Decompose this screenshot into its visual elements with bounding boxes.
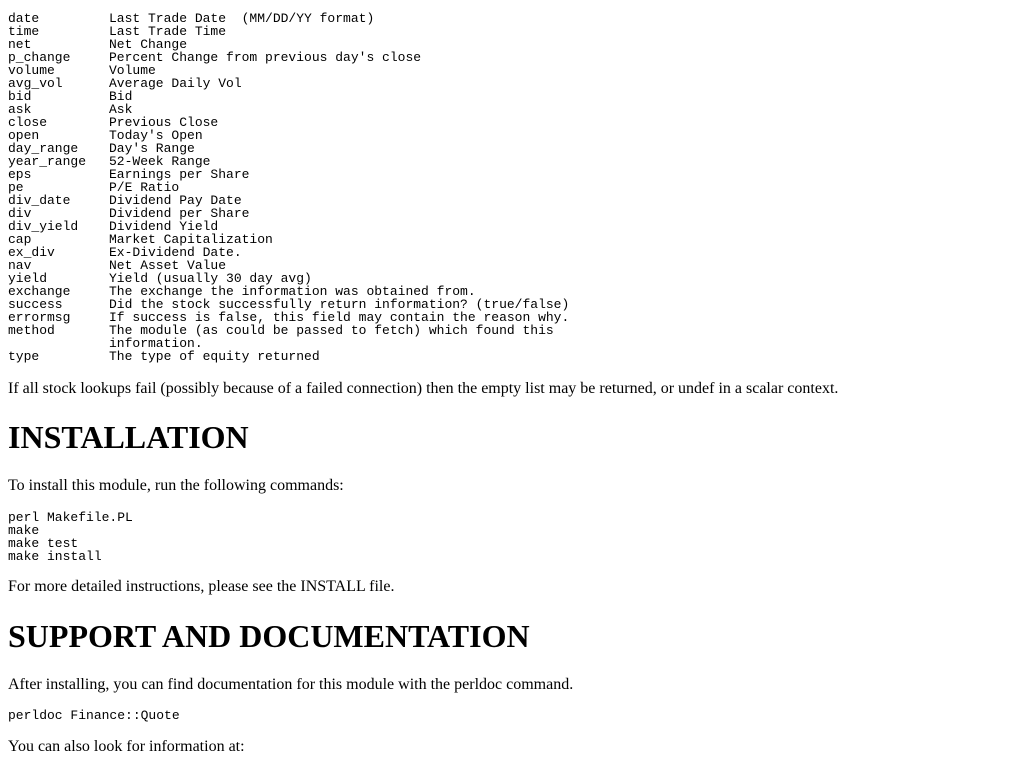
- field-row: div_yield Dividend Yield: [8, 220, 569, 233]
- field-row: time Last Trade Time: [8, 25, 569, 38]
- field-row: div_date Dividend Pay Date: [8, 194, 569, 207]
- installation-heading: INSTALLATION: [8, 419, 249, 455]
- field-row: eps Earnings per Share: [8, 168, 569, 181]
- field-list: date Last Trade Date (MM/DD/YY format) tim…: [8, 12, 569, 363]
- field-row: bid Bid: [8, 90, 569, 103]
- field-row: ask Ask: [8, 103, 569, 116]
- installation-more: For more detailed instructions, please s…: [8, 578, 395, 595]
- field-row: div Dividend per Share: [8, 207, 569, 220]
- field-row: volume Volume: [8, 64, 569, 77]
- field-description: The module (as could be passed to fetch)…: [109, 323, 554, 351]
- field-row: type The type of equity returned: [8, 350, 569, 363]
- field-row: year_range 52-Week Range: [8, 155, 569, 168]
- field-row: method The module (as could be passed to …: [8, 324, 569, 350]
- support-intro: After installing, you can find documenta…: [8, 676, 574, 693]
- field-row: date Last Trade Date (MM/DD/YY format): [8, 12, 569, 25]
- field-row: cap Market Capitalization: [8, 233, 569, 246]
- field-row: open Today's Open: [8, 129, 569, 142]
- support-more: You can also look for information at:: [8, 738, 245, 755]
- field-description: The type of equity returned: [109, 349, 320, 364]
- field-key: type: [8, 349, 40, 364]
- installation-intro: To install this module, run the followin…: [8, 477, 344, 494]
- field-row: ex_div Ex-Dividend Date.: [8, 246, 569, 259]
- failure-note: If all stock lookups fail (possibly beca…: [8, 380, 839, 397]
- field-row: avg_vol Average Daily Vol: [8, 77, 569, 90]
- field-key: method: [8, 323, 55, 338]
- field-row: close Previous Close: [8, 116, 569, 129]
- perldoc-command: perldoc Finance::Quote: [8, 708, 180, 723]
- support-heading: SUPPORT AND DOCUMENTATION: [8, 618, 530, 654]
- field-row: p_change Percent Change from previous day…: [8, 51, 569, 64]
- document-page: date Last Trade Date (MM/DD/YY format) tim…: [0, 0, 1024, 773]
- field-row: pe P/E Ratio: [8, 181, 569, 194]
- install-commands: perl Makefile.PL make make test make ins…: [8, 510, 133, 564]
- field-row: day_range Day's Range: [8, 142, 569, 155]
